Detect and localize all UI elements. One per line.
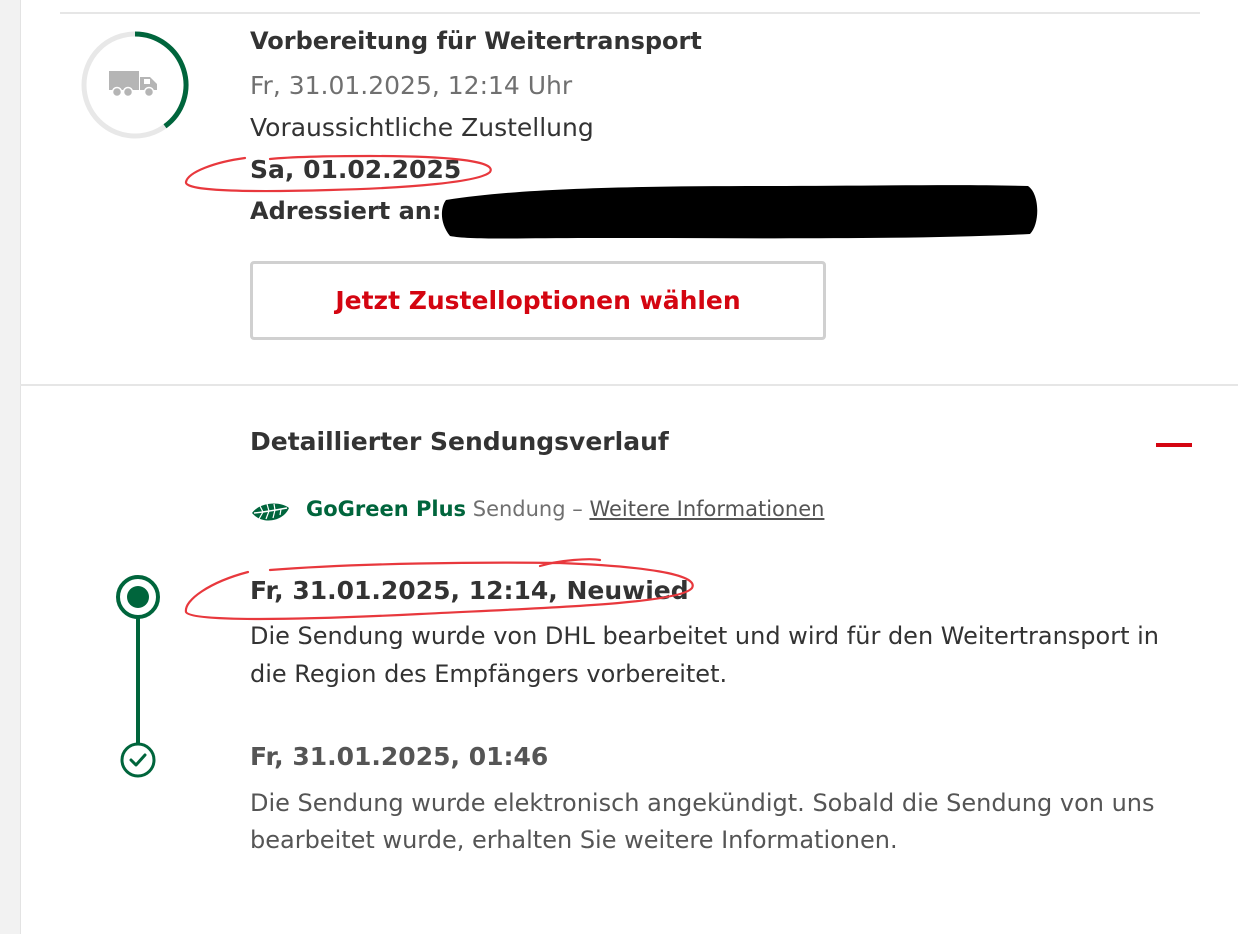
event-heading: Fr, 31.01.2025, 01:46 (250, 742, 549, 771)
event-description: Die Sendung wurde elektronisch angekündi… (250, 789, 1155, 817)
timeline-line (136, 612, 140, 744)
gogreen-brand: GoGreen Plus (306, 497, 467, 521)
gogreen-row: GoGreen Plus Sendung – Weitere Informati… (306, 497, 824, 521)
event-description: bearbeitet wurde, erhalten Sie weitere I… (250, 826, 898, 854)
history-title: Detaillierter Sendungsverlauf (250, 427, 669, 456)
truck-icon (109, 71, 157, 98)
timeline-current-node-icon (116, 575, 160, 619)
redacted-address (441, 185, 1038, 239)
delivery-options-button[interactable]: Jetzt Zustelloptionen wählen (250, 261, 826, 340)
more-info-link[interactable]: Weitere Informationen (589, 497, 824, 521)
timeline-check-icon (120, 742, 156, 778)
top-divider (60, 12, 1200, 14)
event-description: die Region des Empfängers vorbereitet. (250, 660, 728, 688)
status-timestamp: Fr, 31.01.2025, 12:14 Uhr (250, 71, 573, 100)
minus-icon[interactable] (1156, 443, 1192, 447)
section-divider (20, 384, 1238, 386)
event-description: Die Sendung wurde von DHL bearbeitet und… (250, 622, 1159, 650)
addressed-to-label: Adressiert an: (250, 197, 442, 225)
estimated-delivery-label: Voraussichtliche Zustellung (250, 113, 594, 142)
left-gutter (0, 0, 21, 934)
estimated-delivery-date: Sa, 01.02.2025 (250, 155, 462, 184)
leaf-icon (252, 503, 289, 521)
event-heading: Fr, 31.01.2025, 12:14, Neuwied (250, 576, 689, 605)
status-title: Vorbereitung für Weitertransport (250, 27, 702, 55)
gogreen-text: Sendung – (472, 497, 583, 521)
